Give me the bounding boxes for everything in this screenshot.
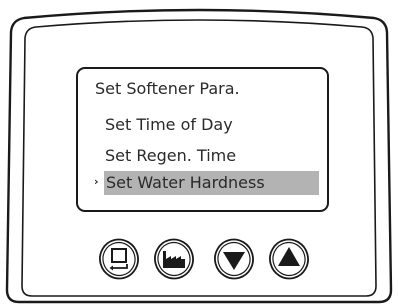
- menu-title: Set Softener Para.: [95, 79, 240, 98]
- menu-button[interactable]: [97, 237, 141, 281]
- factory-icon: [154, 238, 194, 280]
- menu-item-set-regen-time[interactable]: Set Regen. Time: [105, 144, 236, 168]
- regen-button[interactable]: [152, 237, 196, 281]
- lcd-screen: Set Softener Para. Set Time of Day Set R…: [76, 67, 329, 212]
- triangle-down-icon: [214, 238, 254, 280]
- menu-return-icon: [99, 238, 139, 280]
- selection-pointer-icon: ›: [94, 175, 99, 188]
- down-button[interactable]: [212, 237, 256, 281]
- up-button[interactable]: [267, 237, 311, 281]
- triangle-up-icon: [269, 238, 309, 280]
- menu-item-set-water-hardness[interactable]: Set Water Hardness: [104, 171, 319, 195]
- menu-item-set-time-of-day[interactable]: Set Time of Day: [105, 113, 233, 137]
